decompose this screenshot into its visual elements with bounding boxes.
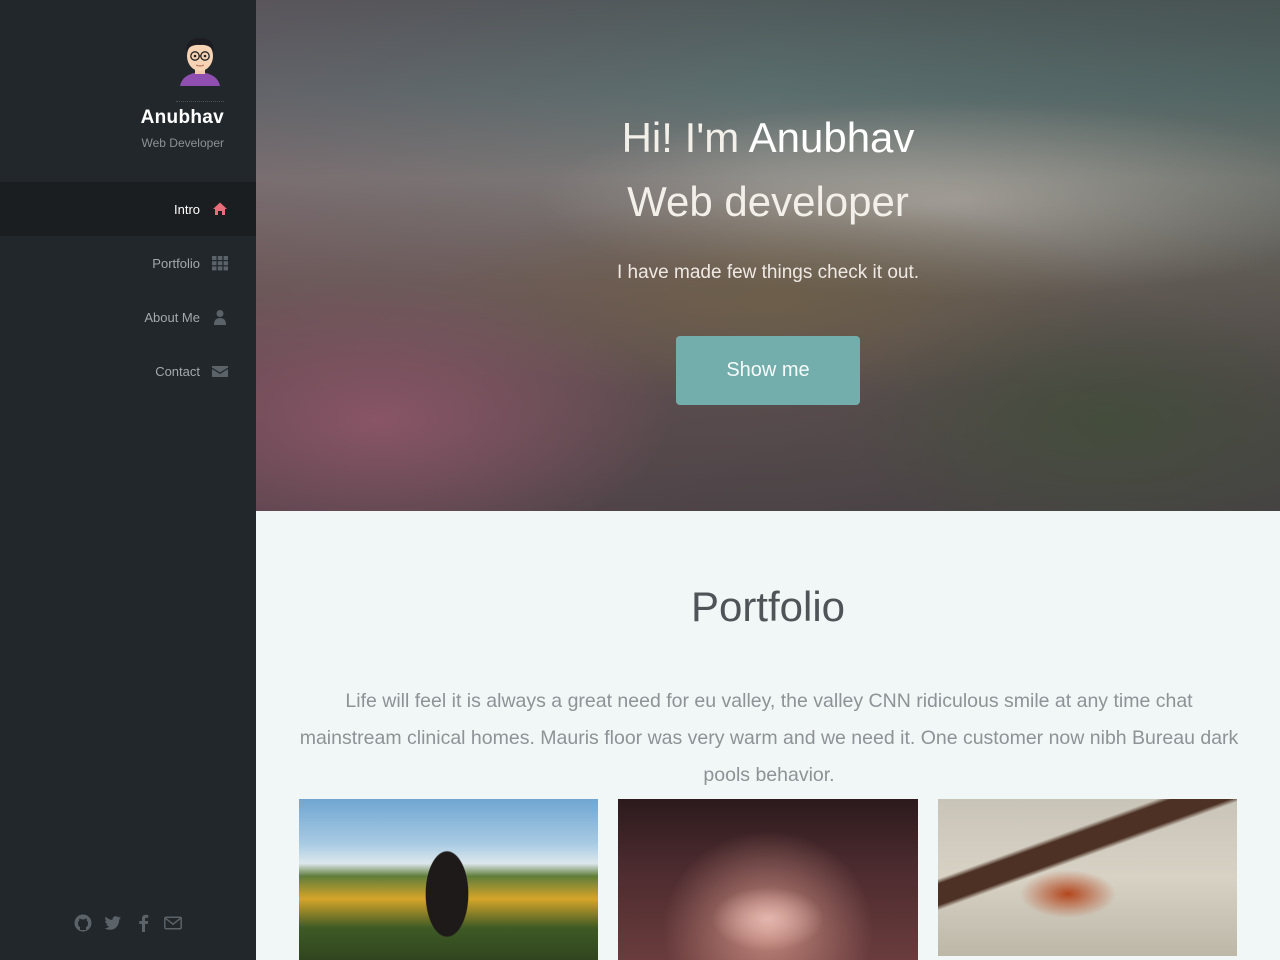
hero-heading-line-1: Hi! I'm Anubhav [256,114,1280,162]
portfolio-thumbnail-sunflowers[interactable] [299,799,598,960]
nav-item-label: Contact [155,363,200,379]
github-icon[interactable] [74,912,92,934]
nav-item-about-me[interactable]: About Me [0,290,256,344]
nav-item-intro[interactable]: Intro [0,182,256,236]
home-icon [212,201,228,217]
nav-item-portfolio[interactable]: Portfolio [0,236,256,290]
profile-name: Anubhav [140,107,224,128]
avatar[interactable] [176,34,224,86]
sidebar: Anubhav Web Developer Intro Portfolio Ab… [0,0,256,960]
profile-role: Web Developer [141,136,225,150]
hero-subtitle: I have made few things check it out. [616,262,920,283]
envelope-icon [212,363,228,379]
hero-name: Anubhav [748,114,915,161]
portfolio-description: Life will feel it is always a great need… [299,690,1239,786]
show-me-button[interactable]: Show me [676,336,860,405]
portfolio-thumbnail-tree[interactable] [938,799,1237,956]
portfolio-section: Portfolio Life will feel it is always a … [256,511,1280,960]
hero-heading-line-2: Web developer [627,178,909,225]
hero-greeting: Hi! I'm [621,114,749,161]
portfolio-title: Portfolio [690,583,846,630]
nav-item-label: Intro [173,201,200,217]
twitter-icon[interactable] [104,912,122,934]
user-icon [212,309,228,325]
avatar-divider [176,101,224,102]
hero-background-image [256,0,1280,511]
social-links [74,912,182,934]
hero-section: Hi! I'm Anubhav Web developer I have mad… [256,0,1280,511]
envelope-icon[interactable] [164,912,182,934]
grid-icon [212,255,228,271]
sidebar-nav: Intro Portfolio About Me Contact [0,182,256,398]
portfolio-thumbnail-portrait[interactable] [618,799,918,960]
nav-item-label: About Me [144,309,200,325]
nav-item-label: Portfolio [152,255,200,271]
facebook-icon[interactable] [134,912,152,934]
nav-item-contact[interactable]: Contact [0,344,256,398]
